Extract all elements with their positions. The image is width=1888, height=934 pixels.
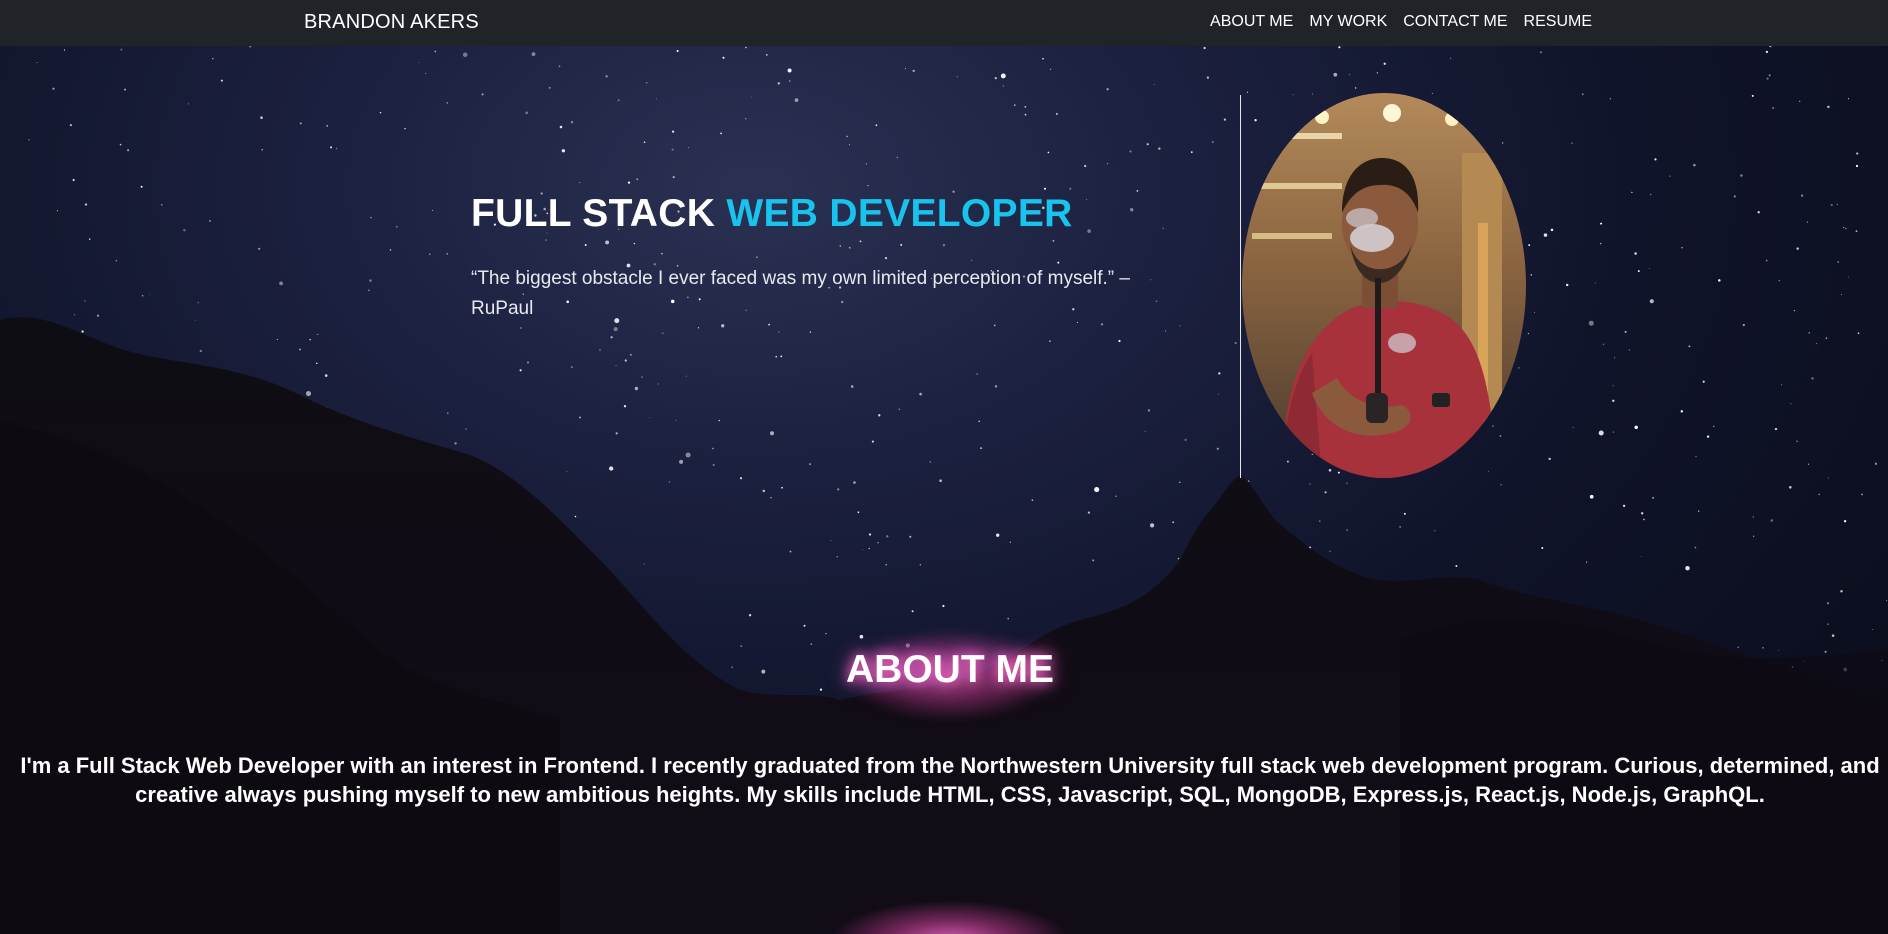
hero-divider (1240, 95, 1241, 478)
nav-link-resume[interactable]: RESUME (1524, 13, 1592, 31)
hero-quote: “The biggest obstacle I ever faced was m… (471, 268, 1130, 319)
about-body: I'm a Full Stack Web Developer with an i… (20, 753, 1880, 807)
hero-title: FULL STACK WEB DEVELOPER (471, 192, 1073, 236)
hero-title-accent: WEB DEVELOPER (726, 192, 1073, 235)
hero-title-plain: FULL STACK (471, 192, 727, 235)
about-heading: ABOUT ME (846, 648, 1054, 691)
top-navbar: BRANDON AKERS ABOUT ME MY WORK CONTACT M… (0, 0, 1888, 46)
nav-link-contact-me[interactable]: CONTACT ME (1403, 13, 1507, 31)
profile-photo (1242, 93, 1526, 478)
nav-link-about-me[interactable]: ABOUT ME (1210, 13, 1293, 31)
nav-links: ABOUT ME MY WORK CONTACT ME RESUME (1210, 13, 1592, 31)
nav-link-my-work[interactable]: MY WORK (1309, 13, 1387, 31)
brand-link[interactable]: BRANDON AKERS (304, 11, 479, 34)
